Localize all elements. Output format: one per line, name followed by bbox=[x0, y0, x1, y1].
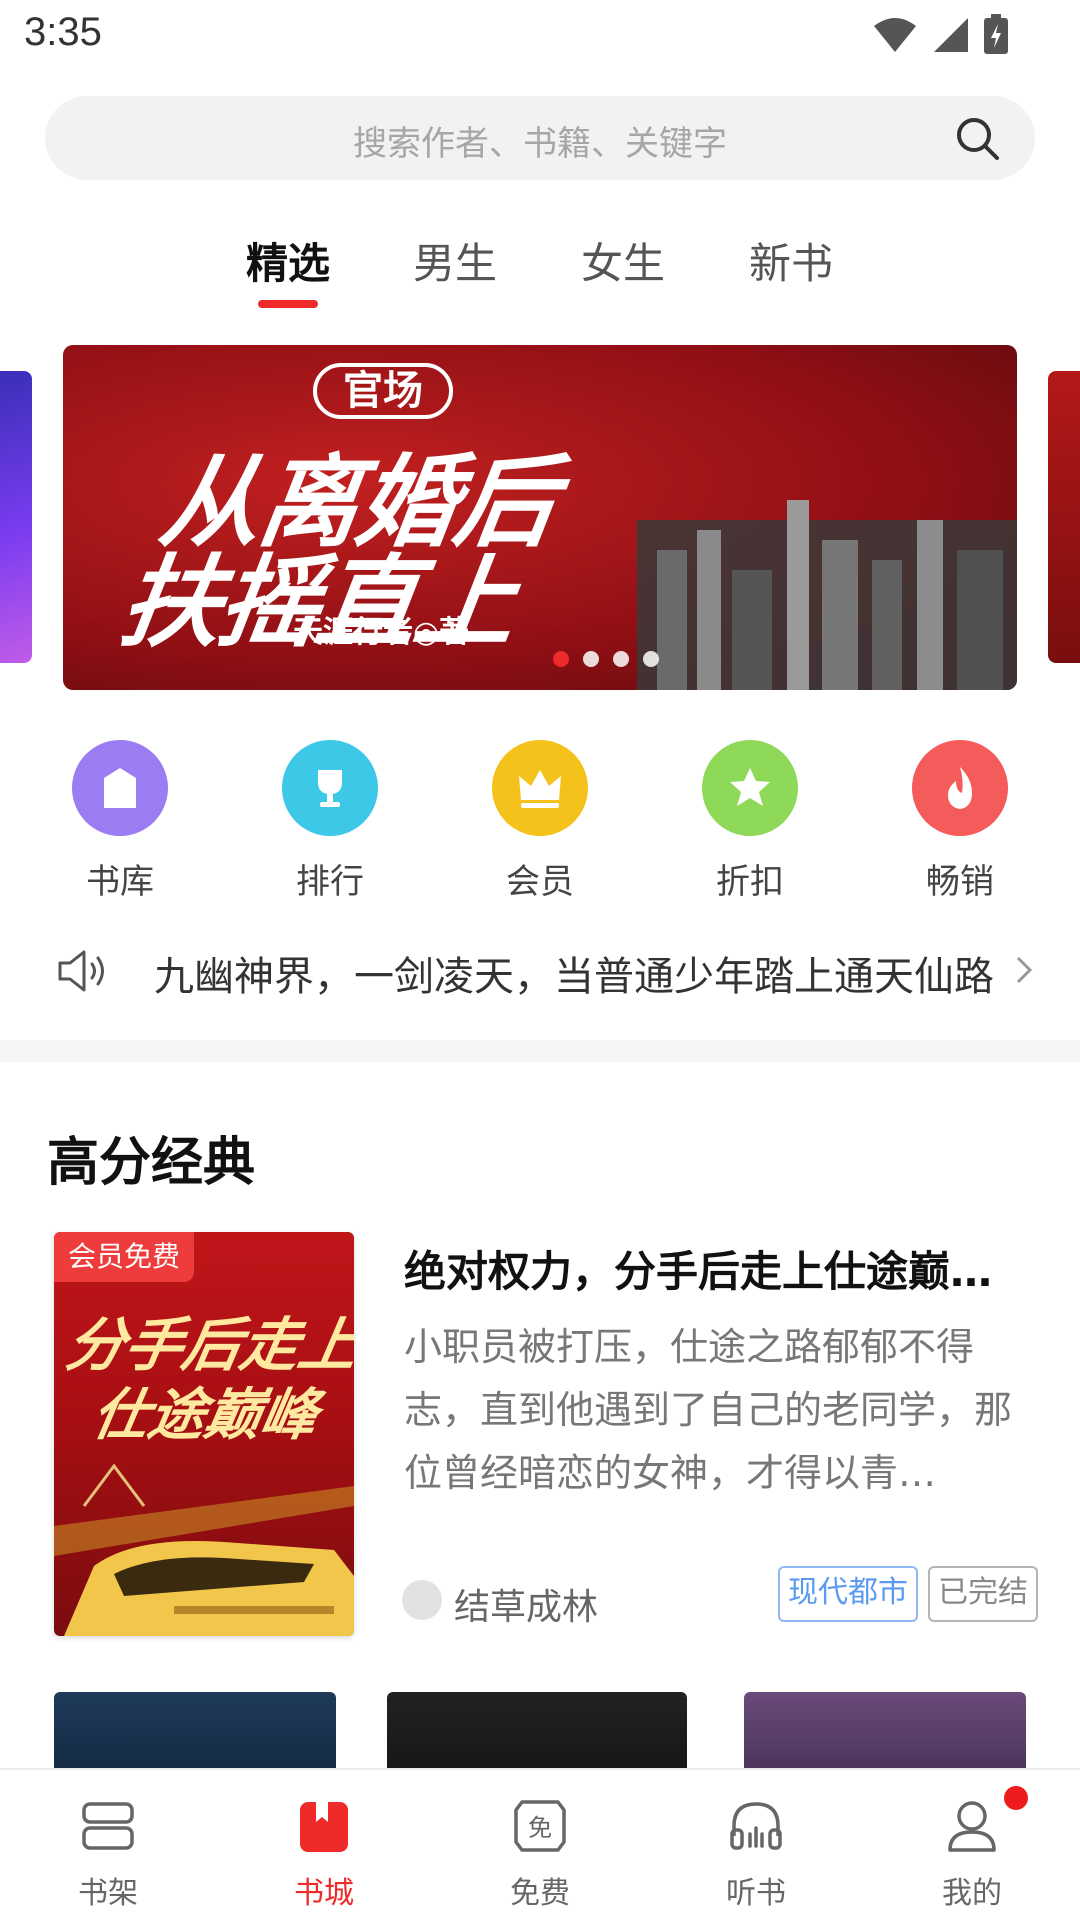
quick-entry-label: 排行 bbox=[296, 862, 364, 902]
quick-entry-bestseller[interactable]: 畅销 bbox=[890, 740, 1030, 903]
search-bar[interactable]: 搜索作者、书籍、关键字 bbox=[45, 96, 1035, 180]
quick-entry-label: 会员 bbox=[506, 862, 574, 902]
library-icon bbox=[72, 740, 168, 836]
speaker-icon bbox=[58, 950, 104, 992]
quick-entry-vip[interactable]: 会员 bbox=[470, 740, 610, 903]
banner-carousel[interactable]: 官场 从离婚后 扶摇直上 天涯行者◎著 bbox=[0, 345, 1080, 690]
quick-entry-ranking[interactable]: 排行 bbox=[260, 740, 400, 903]
member-free-badge: 会员免费 bbox=[54, 1232, 195, 1282]
status-icons bbox=[872, 14, 1010, 56]
flame-icon bbox=[912, 740, 1008, 836]
book-description: 小职员被打压，仕途之路郁郁不得志，直到他遇到了自己的老同学，那位曾经暗恋的女神，… bbox=[404, 1325, 1013, 1495]
nav-label: 书城 bbox=[294, 1876, 354, 1911]
chevron-right-icon[interactable] bbox=[1014, 954, 1034, 986]
search-placeholder: 搜索作者、书籍、关键字 bbox=[353, 124, 727, 164]
banner-city-image bbox=[637, 500, 1017, 690]
wifi-icon bbox=[874, 18, 916, 52]
train-illustration bbox=[54, 1463, 354, 1636]
book-cover[interactable] bbox=[744, 1692, 1026, 1768]
banner-dot bbox=[583, 651, 599, 667]
book-cover[interactable]: 会员免费 分手后走上 仕途巅峰 bbox=[54, 1232, 354, 1636]
free-icon: 免 bbox=[514, 1800, 566, 1852]
quick-entry-label: 折扣 bbox=[716, 862, 784, 902]
banner-dot bbox=[613, 651, 629, 667]
quick-entry-library[interactable]: 书库 bbox=[50, 740, 190, 903]
banner-tag: 官场 bbox=[313, 363, 453, 419]
status-bar: 3:35 bbox=[0, 0, 1080, 76]
bookstore-icon bbox=[300, 1802, 348, 1852]
book-author: 结草成林 bbox=[454, 1587, 599, 1628]
status-time: 3:35 bbox=[24, 10, 102, 54]
nav-label: 书架 bbox=[78, 1876, 138, 1911]
nav-profile[interactable]: 我的 bbox=[892, 1770, 1052, 1920]
tab-new-books[interactable]: 新书 bbox=[731, 230, 851, 291]
svg-text:免: 免 bbox=[528, 1814, 552, 1842]
banner-dot bbox=[643, 651, 659, 667]
announcement-bar[interactable]: 九幽神界，一剑凌天，当普通少年踏上通天仙路 bbox=[0, 936, 1080, 1006]
book-cover[interactable] bbox=[54, 1692, 336, 1768]
profile-icon bbox=[948, 1801, 996, 1852]
nav-label: 免费 bbox=[510, 1876, 570, 1911]
search-icon[interactable] bbox=[953, 114, 1001, 162]
genre-tag[interactable]: 现代都市 bbox=[778, 1566, 918, 1622]
notification-dot bbox=[1004, 1786, 1028, 1810]
banner-prev-peek[interactable] bbox=[0, 371, 32, 663]
tab-active-indicator bbox=[258, 300, 318, 308]
trophy-icon bbox=[282, 740, 378, 836]
quick-entry-label: 畅销 bbox=[926, 862, 994, 902]
status-tag: 已完结 bbox=[928, 1566, 1038, 1622]
banner-slide[interactable]: 官场 从离婚后 扶摇直上 天涯行者◎著 bbox=[63, 345, 1017, 690]
book-title[interactable]: 绝对权力，分手后走上仕途巅… bbox=[404, 1238, 1034, 1299]
banner-page-indicator bbox=[553, 651, 659, 667]
crown-icon bbox=[492, 740, 588, 836]
banner-author: 天涯行者◎著 bbox=[293, 615, 470, 650]
quick-entry-discount[interactable]: 折扣 bbox=[680, 740, 820, 903]
nav-audiobook[interactable]: 听书 bbox=[676, 1770, 836, 1920]
nav-bookshelf[interactable]: 书架 bbox=[28, 1770, 188, 1920]
category-tabs: 精选 男生 女生 新书 bbox=[0, 224, 1080, 314]
banner-next-peek[interactable] bbox=[1048, 371, 1080, 663]
announcement-text: 九幽神界，一剑凌天，当普通少年踏上通天仙路 bbox=[154, 954, 994, 1000]
nav-free[interactable]: 免 免费 bbox=[460, 1770, 620, 1920]
section-title: 高分经典 bbox=[47, 1133, 256, 1193]
nav-label: 我的 bbox=[942, 1876, 1002, 1911]
tab-male[interactable]: 男生 bbox=[395, 230, 515, 291]
headphones-icon bbox=[730, 1802, 782, 1850]
bottom-navigation: 书架 书城 免 免费 听书 我的 bbox=[0, 1768, 1080, 1920]
star-icon bbox=[702, 740, 798, 836]
quick-entry-label: 书库 bbox=[86, 862, 154, 902]
book-cover[interactable] bbox=[387, 1692, 687, 1768]
tab-female[interactable]: 女生 bbox=[563, 230, 683, 291]
cover-title-line2: 仕途巅峰 bbox=[87, 1382, 324, 1448]
author-icon bbox=[402, 1580, 442, 1620]
section-divider bbox=[0, 1040, 1080, 1062]
featured-book-card[interactable]: 会员免费 分手后走上 仕途巅峰 绝对权力，分手后走上仕途巅… 小职员被打压，仕途… bbox=[0, 1232, 1080, 1642]
nav-bookstore[interactable]: 书城 bbox=[244, 1770, 404, 1920]
book-grid-row bbox=[0, 1692, 1080, 1768]
battery-icon bbox=[984, 14, 1008, 54]
tab-featured[interactable]: 精选 bbox=[228, 230, 348, 291]
banner-dot bbox=[553, 651, 569, 667]
bookshelf-icon bbox=[82, 1802, 134, 1850]
nav-label: 听书 bbox=[726, 1876, 786, 1911]
signal-icon bbox=[934, 18, 968, 52]
quick-entries: 书库 排行 会员 折扣 畅销 bbox=[0, 740, 1080, 903]
